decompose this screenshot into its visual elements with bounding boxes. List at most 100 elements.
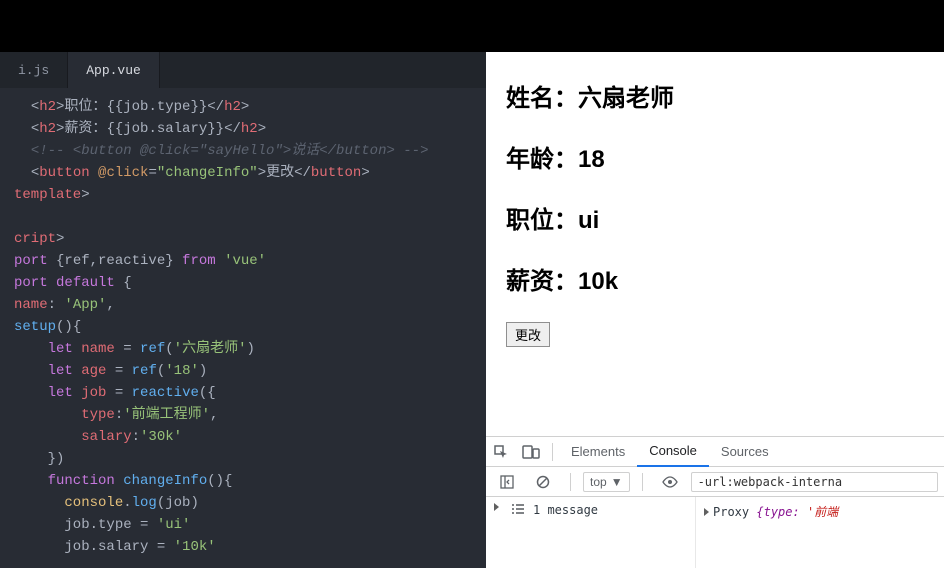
code-token: job.salary [14, 539, 148, 555]
code-token: 'App' [64, 297, 106, 313]
code-token: : [48, 297, 65, 313]
expand-caret-icon[interactable] [704, 508, 709, 516]
code-token: ( [165, 341, 173, 357]
messages-count: 1 message [533, 503, 598, 517]
code-area[interactable]: <h2>职位：{{job.type}}</h2> <h2>薪资：{{job.sa… [0, 88, 486, 568]
code-token: {ref,reactive} [56, 253, 174, 269]
code-token: 'vue' [224, 253, 266, 269]
heading-salary: 薪资：10k [506, 261, 924, 296]
separator [552, 443, 553, 461]
code-token: 薪资： [64, 121, 106, 137]
devtools: Elements Console Sources top ▼ [486, 436, 944, 568]
code-token: button [311, 165, 361, 181]
label: 薪资： [506, 268, 578, 295]
code-token: , [210, 407, 218, 423]
code-token: > [361, 165, 369, 181]
heading-age: 年龄：18 [506, 139, 924, 174]
editor-tab[interactable]: App.vue [68, 52, 160, 88]
sidebar-toggle-icon[interactable] [492, 467, 522, 497]
devtools-tab-bar: Elements Console Sources [486, 437, 944, 467]
code-token: h2 [39, 121, 56, 137]
value: 六扇老师 [578, 85, 674, 112]
code-token: </ [207, 99, 224, 115]
expand-caret-icon[interactable] [494, 503, 499, 511]
code-token: let [14, 341, 81, 357]
code-token: 职位： [64, 99, 106, 115]
code-token: {{job.type}} [106, 99, 207, 115]
separator [570, 473, 571, 491]
code-token: let [14, 385, 81, 401]
code-token: = [115, 341, 140, 357]
code-comment: <!-- <button @click="sayHello">说话</butto… [31, 143, 429, 159]
log-string: '前端 [807, 505, 838, 519]
code-token: < [31, 121, 39, 137]
editor-tab[interactable]: i.js [0, 52, 68, 88]
log-prop: type [764, 505, 793, 519]
code-token: from [174, 253, 224, 269]
code-token: ({ [199, 385, 216, 401]
clear-console-icon[interactable] [528, 467, 558, 497]
code-token: : [132, 429, 140, 445]
code-token: > [56, 231, 64, 247]
code-token: job.type [14, 517, 132, 533]
code-token: < [31, 99, 39, 115]
inspect-icon[interactable] [486, 437, 516, 467]
live-expression-icon[interactable] [655, 467, 685, 497]
code-token: '30k' [140, 429, 182, 445]
devtools-tab-elements[interactable]: Elements [559, 437, 637, 467]
code-token: : [115, 407, 123, 423]
change-button[interactable]: 更改 [506, 322, 550, 347]
console-output[interactable]: Proxy {type: '前端 [696, 497, 944, 568]
heading-name: 姓名：六扇老师 [506, 78, 924, 113]
os-top-bar [0, 0, 944, 52]
code-token: > [241, 99, 249, 115]
devtools-tab-sources[interactable]: Sources [709, 437, 781, 467]
log-brace: { [756, 505, 763, 519]
code-token: = [106, 385, 131, 401]
console-filter-input[interactable] [691, 472, 938, 492]
label: 年龄： [506, 146, 578, 173]
chevron-down-icon: ▼ [611, 475, 623, 489]
code-token: (){ [207, 473, 232, 489]
code-token: = [148, 539, 173, 555]
console-body: 1 message Proxy {type: '前端 [486, 497, 944, 568]
code-token: 更改 [266, 165, 294, 181]
code-token: port [14, 275, 56, 291]
code-token: ref [132, 363, 157, 379]
code-token: @click [90, 165, 149, 181]
heading-job: 职位：ui [506, 200, 924, 235]
context-label: top [590, 475, 607, 489]
code-token: salary [14, 429, 132, 445]
label: 姓名： [506, 85, 578, 112]
workspace: i.js App.vue <h2>职位：{{job.type}}</h2> <h… [0, 52, 944, 568]
console-sidebar[interactable]: 1 message [486, 497, 696, 568]
code-token: = [148, 165, 156, 181]
code-token: default [56, 275, 115, 291]
code-token: }) [14, 451, 64, 467]
code-token: h2 [39, 99, 56, 115]
console-toolbar: top ▼ [486, 467, 944, 497]
context-selector[interactable]: top ▼ [583, 472, 630, 492]
device-toggle-icon[interactable] [516, 437, 546, 467]
code-token: h2 [224, 99, 241, 115]
code-token: {{job.salary}} [106, 121, 224, 137]
code-editor: i.js App.vue <h2>职位：{{job.type}}</h2> <h… [0, 52, 486, 568]
code-token: template [14, 187, 81, 203]
code-token: '10k' [174, 539, 216, 555]
code-token [14, 99, 31, 115]
code-token [14, 165, 31, 181]
code-token: . [123, 495, 131, 511]
code-token: name [14, 297, 48, 313]
code-token: "changeInfo" [157, 165, 258, 181]
code-token: cript [14, 231, 56, 247]
code-token: ref [140, 341, 165, 357]
rendered-page: 姓名：六扇老师 年龄：18 职位：ui 薪资：10k 更改 [486, 52, 944, 436]
code-token: log [132, 495, 157, 511]
log-object-name: Proxy [713, 505, 756, 519]
value: ui [578, 207, 599, 234]
code-token: '六扇老师' [174, 341, 247, 357]
code-token: port [14, 253, 56, 269]
devtools-tab-console[interactable]: Console [637, 437, 709, 467]
label: 职位： [506, 207, 578, 234]
code-token: </ [224, 121, 241, 137]
